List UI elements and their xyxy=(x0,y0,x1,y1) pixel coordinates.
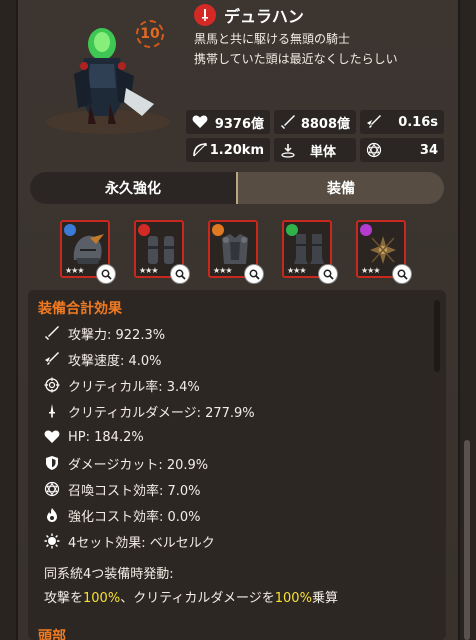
effects-title: 装備合計効果 xyxy=(38,301,122,317)
effect-row-upgrade-cost: 強化コスト効率: 0.0% xyxy=(44,504,201,526)
effects-scrollbar[interactable] xyxy=(434,300,440,372)
equipment-slot-gauntlets[interactable]: ★★★ xyxy=(134,220,190,284)
zoom-icon[interactable] xyxy=(244,264,264,284)
section-head-title: 頭部 xyxy=(38,629,66,640)
character-title: デュラハン xyxy=(194,2,304,28)
zoom-icon[interactable] xyxy=(318,264,338,284)
zoom-icon[interactable] xyxy=(392,264,412,284)
level-badge: 10 xyxy=(136,20,164,48)
effect-row-set-bonus: 4セット効果: ベルセルク xyxy=(44,530,215,552)
panel-scrollbar[interactable] xyxy=(464,440,470,640)
flame-icon xyxy=(47,508,57,522)
rarity-stars: ★★★ xyxy=(287,266,306,275)
stat-range: 1.20km xyxy=(186,138,270,162)
effect-label: クリティカル率: 3.4% xyxy=(68,379,200,395)
heart-icon xyxy=(44,430,60,443)
helmet-icon xyxy=(73,234,104,264)
set-description-text: 攻撃を100%、クリティカルダメージを100%乗算 xyxy=(44,587,338,606)
effect-label: 攻撃速度: 4.0% xyxy=(68,353,162,369)
rarity-stars: ★★★ xyxy=(65,266,84,275)
effect-label: 4セット効果: ベルセルク xyxy=(68,535,215,551)
zoom-icon[interactable] xyxy=(170,264,190,284)
stat-range-value: 1.20km xyxy=(209,142,264,158)
boots-icon xyxy=(294,234,324,264)
character-description-line1: 黒馬と共に駆ける無頭の騎士 xyxy=(194,32,351,46)
set-value-crit: 100% xyxy=(274,591,312,606)
winged-sword-icon xyxy=(45,352,59,365)
summon-icon xyxy=(366,142,382,158)
effect-label: ダメージカット: 20.9% xyxy=(68,457,209,473)
stat-hp-value: 9376億 xyxy=(214,116,264,132)
effect-label: クリティカルダメージ: 277.9% xyxy=(68,405,255,421)
rarity-stars: ★★★ xyxy=(139,266,158,275)
stat-cost-value: 34 xyxy=(419,142,438,158)
stat-target-value: 単体 xyxy=(309,144,336,160)
equipment-slot-armor[interactable]: ★★★ xyxy=(208,220,264,284)
stat-attack-value: 8808億 xyxy=(300,116,350,132)
stat-attack: 8808億 xyxy=(274,110,356,134)
summon-icon xyxy=(44,481,60,497)
heart-icon xyxy=(192,115,208,128)
effect-label: 攻撃力: 922.3% xyxy=(68,327,166,343)
effect-label: 召喚コスト効率: 7.0% xyxy=(68,483,201,499)
stat-target: 単体 xyxy=(274,138,356,162)
sword-icon xyxy=(281,115,295,129)
effect-row-summon-cost: 召喚コスト効率: 7.0% xyxy=(44,478,201,500)
target-single-icon xyxy=(281,144,295,158)
effect-label: HP: 184.2% xyxy=(68,429,144,445)
tab-permanent-upgrade[interactable]: 永久強化 xyxy=(30,172,238,204)
set-desc-suffix: 乗算 xyxy=(311,591,338,606)
effect-row-attack: 攻撃力: 922.3% xyxy=(44,322,165,344)
effect-row-hp: HP: 184.2% xyxy=(44,426,144,448)
set-desc-middle: 、クリティカルダメージを xyxy=(120,591,275,606)
bow-icon xyxy=(193,143,207,157)
berserk-icon xyxy=(44,533,60,549)
gauntlets-icon xyxy=(148,236,174,264)
effect-row-crit-rate: クリティカル率: 3.4% xyxy=(44,374,200,396)
zoom-icon[interactable] xyxy=(96,264,116,284)
dagger-icon xyxy=(49,404,55,418)
character-name: デュラハン xyxy=(224,7,304,26)
winged-sword-icon xyxy=(367,115,381,128)
stat-attack-speed: 0.16s xyxy=(360,110,444,134)
effect-row-crit-damage: クリティカルダメージ: 277.9% xyxy=(44,400,255,422)
armor-icon xyxy=(222,234,248,264)
effect-row-damage-cut: ダメージカット: 20.9% xyxy=(44,452,208,474)
set-condition-text: 同系統4つ装備時発動: xyxy=(44,567,174,582)
set-value-attack: 100% xyxy=(83,591,121,606)
rarity-stars: ★★★ xyxy=(213,266,232,275)
tab-equipment[interactable]: 装備 xyxy=(238,172,444,204)
detail-tabs: 永久強化 装備 xyxy=(30,172,444,204)
stat-cost: 34 xyxy=(360,138,444,162)
equipment-slot-amulet[interactable]: ★★★ xyxy=(356,220,412,284)
stat-attack-speed-value: 0.16s xyxy=(398,114,438,130)
equipment-slot-helmet[interactable]: ★★★ xyxy=(60,220,116,284)
sword-icon xyxy=(45,326,59,340)
shield-icon xyxy=(46,456,58,470)
rarity-stars: ★★★ xyxy=(361,266,380,275)
effect-row-attack-speed: 攻撃速度: 4.0% xyxy=(44,348,162,370)
effect-label: 強化コスト効率: 0.0% xyxy=(68,509,201,525)
amulet-icon xyxy=(370,236,396,264)
set-desc-prefix: 攻撃を xyxy=(44,591,84,606)
crosshair-icon xyxy=(44,377,60,393)
stat-hp: 9376億 xyxy=(186,110,270,134)
sword-icon xyxy=(194,4,216,26)
character-description-line2: 携帯していた頭は最近なくしたらしい xyxy=(194,52,398,66)
equipment-slot-boots[interactable]: ★★★ xyxy=(282,220,338,284)
